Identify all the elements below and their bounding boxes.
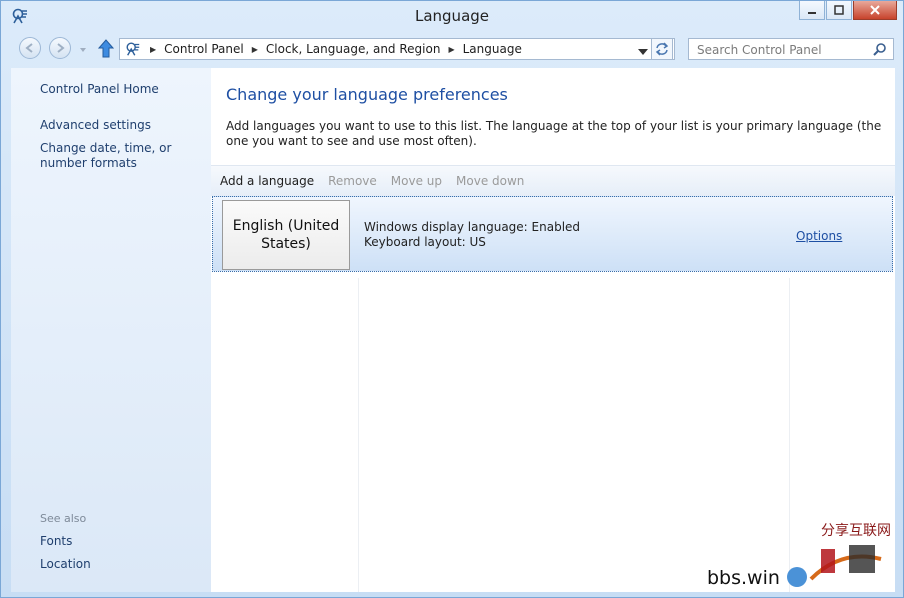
keyboard-layout: Keyboard layout: US: [364, 235, 486, 249]
navigation-bar: ▶ Control Panel ▶ Clock, Language, and R…: [1, 34, 903, 64]
maximize-icon: [834, 5, 844, 15]
chevron-down-icon: [80, 48, 86, 52]
search-input[interactable]: [695, 40, 869, 60]
address-bar[interactable]: ▶ Control Panel ▶ Clock, Language, and R…: [119, 38, 675, 60]
chevron-right-icon: ▶: [251, 44, 258, 54]
sidebar: Control Panel Home Advanced settings Cha…: [11, 68, 211, 592]
close-button[interactable]: [853, 1, 897, 20]
column-divider: [358, 278, 359, 592]
minimize-button[interactable]: [799, 1, 825, 20]
up-button[interactable]: [97, 39, 115, 62]
search-icon[interactable]: [873, 42, 887, 59]
search-box: [688, 38, 894, 60]
language-options-link[interactable]: Options: [796, 229, 842, 243]
page-title: Change your language preferences: [226, 85, 508, 104]
minimize-icon: [808, 12, 816, 14]
remove-button[interactable]: Remove: [328, 174, 377, 188]
watermark-logo: 分享互联网: [781, 519, 899, 596]
language-window: Language ▶ Control Panel ▶ Clock, Langua…: [0, 0, 904, 598]
recent-pages-button[interactable]: [79, 43, 87, 57]
move-down-button[interactable]: Move down: [456, 174, 524, 188]
back-button[interactable]: [19, 37, 41, 59]
advanced-settings-link[interactable]: Advanced settings: [40, 118, 151, 132]
page-description: Add languages you want to use to this li…: [226, 119, 882, 148]
watermark-logo-text: 分享互联网: [821, 522, 891, 539]
window-title: Language: [414, 7, 490, 25]
main-content: Change your language preferences Add lan…: [211, 68, 895, 592]
change-date-time-link[interactable]: Change date, time, or number formats: [40, 141, 205, 171]
refresh-button[interactable]: [651, 38, 673, 60]
language-name-tile: English (United States): [222, 200, 350, 270]
add-language-button[interactable]: Add a language: [220, 174, 314, 188]
see-also-heading: See also: [40, 512, 87, 525]
language-toolbar: Add a language Remove Move up Move down: [211, 165, 895, 196]
forward-button[interactable]: [49, 37, 71, 59]
address-dropdown-button[interactable]: [638, 45, 648, 59]
breadcrumb-control-panel[interactable]: Control Panel: [164, 42, 244, 56]
breadcrumb-language[interactable]: Language: [463, 42, 522, 56]
maximize-button[interactable]: [826, 1, 852, 20]
location-link[interactable]: Location: [40, 557, 91, 571]
watermark-site-text: bbs.win: [707, 567, 780, 589]
close-icon: [870, 5, 880, 15]
fonts-link[interactable]: Fonts: [40, 534, 72, 548]
chevron-right-icon: ▶: [150, 44, 157, 54]
display-language-status: Windows display language: Enabled: [364, 220, 581, 234]
chevron-down-icon: [638, 49, 648, 55]
title-bar: Language: [1, 1, 903, 31]
up-arrow-icon: [97, 39, 115, 58]
control-panel-home-link[interactable]: Control Panel Home: [40, 82, 159, 96]
language-list-item[interactable]: English (United States) Windows display …: [212, 196, 893, 272]
move-up-button[interactable]: Move up: [391, 174, 442, 188]
window-controls: [798, 1, 897, 20]
control-panel-small-icon: [124, 41, 142, 57]
breadcrumb-clock-language-region[interactable]: Clock, Language, and Region: [266, 42, 441, 56]
refresh-icon: [655, 42, 669, 56]
language-details: Windows display language: Enabled Keyboa…: [364, 220, 580, 250]
back-arrow-icon: [25, 43, 33, 53]
forward-arrow-icon: [57, 43, 65, 53]
chevron-right-icon: ▶: [448, 44, 455, 54]
